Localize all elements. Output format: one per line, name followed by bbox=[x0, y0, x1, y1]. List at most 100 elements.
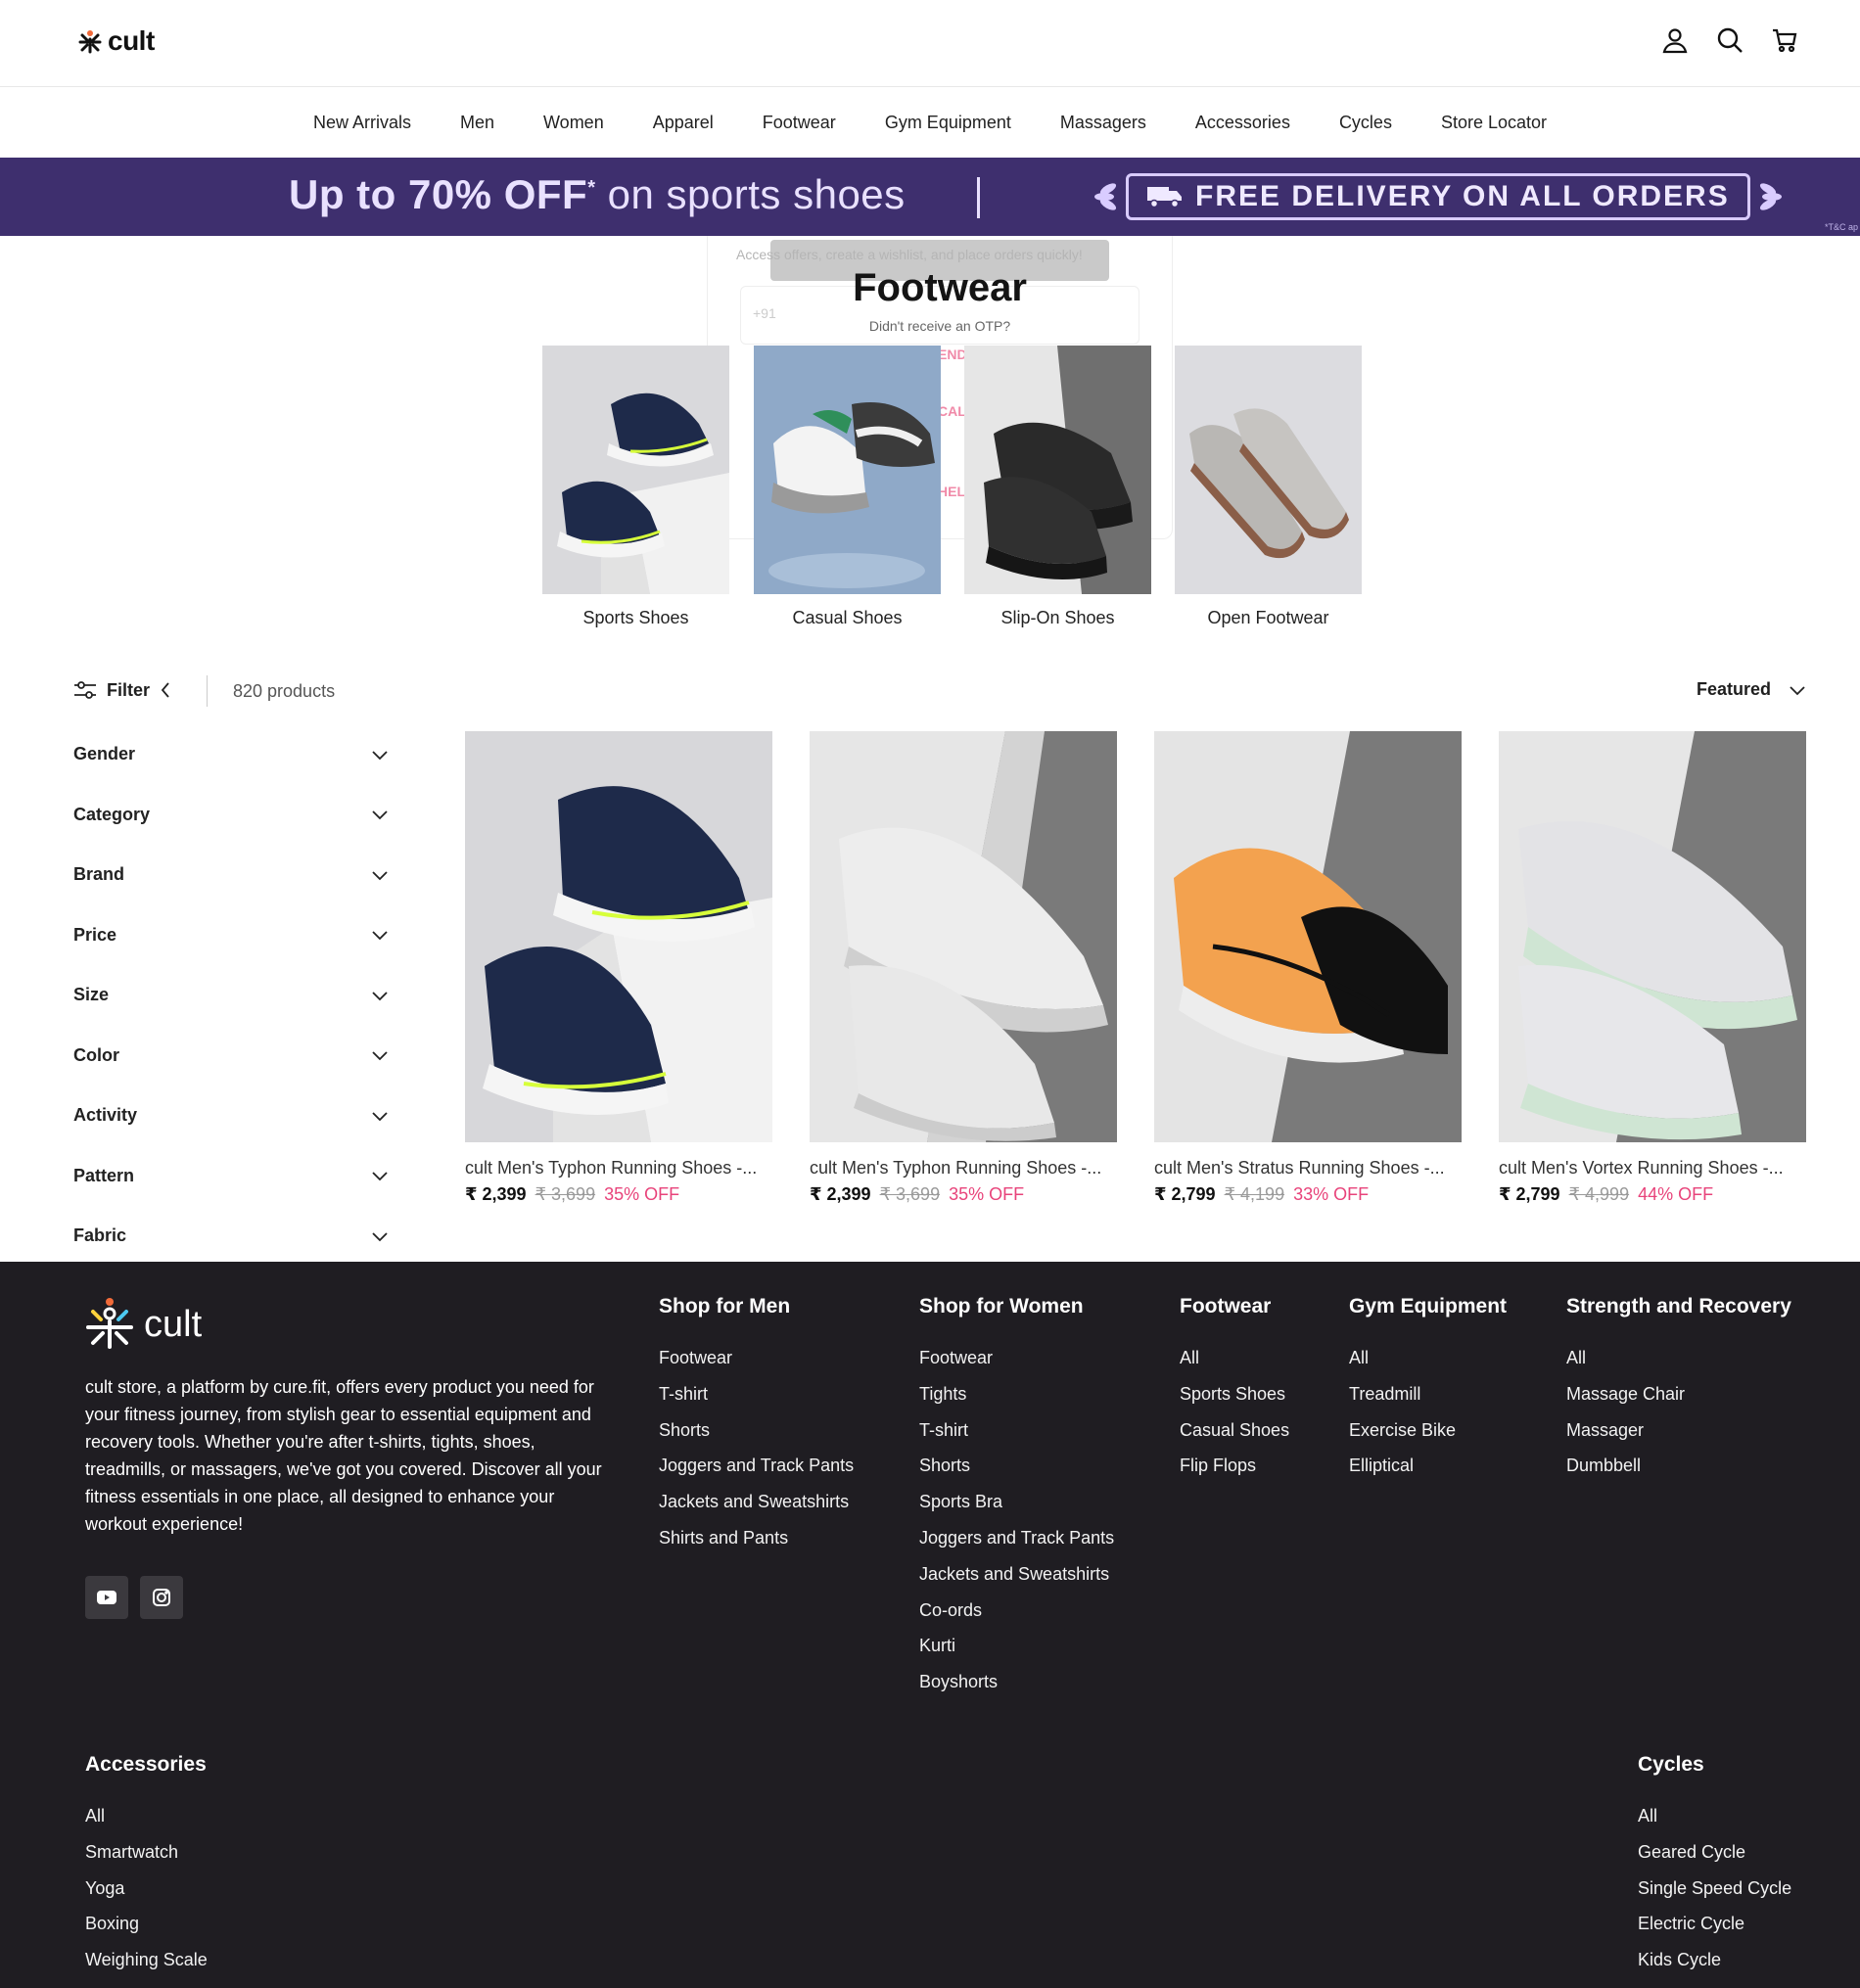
nav-men[interactable]: Men bbox=[436, 113, 519, 133]
sort-label: Featured bbox=[1696, 679, 1771, 699]
footer-link[interactable]: Yoga bbox=[85, 1871, 208, 1907]
category-label: Slip-On Shoes bbox=[1000, 608, 1115, 627]
footer-link[interactable]: Co-ords bbox=[919, 1593, 1114, 1629]
filter-gender[interactable]: Gender bbox=[73, 724, 396, 785]
footer-link[interactable]: Exercise Bike bbox=[1349, 1412, 1507, 1449]
footer-link[interactable]: Shorts bbox=[659, 1412, 854, 1449]
instagram-icon[interactable] bbox=[140, 1576, 183, 1619]
category-slip-on-shoes[interactable]: Slip-On Shoes bbox=[964, 346, 1151, 628]
footer-link[interactable]: All bbox=[1566, 1340, 1791, 1376]
footer-link[interactable]: Electric Cycle bbox=[1638, 1906, 1791, 1942]
footer-link[interactable]: Flip Flops bbox=[1180, 1448, 1289, 1484]
footer-link[interactable]: Geared Cycle bbox=[1638, 1834, 1791, 1871]
footer-col-strength-recovery: Strength and Recovery All Massage Chair … bbox=[1566, 1295, 1791, 1484]
footer-link[interactable]: All bbox=[1638, 1798, 1791, 1834]
footer-link[interactable]: Weighing Scale bbox=[85, 1942, 208, 1978]
footer-link[interactable]: Boyshorts bbox=[919, 1664, 1114, 1700]
footer-link[interactable]: Elliptical bbox=[1349, 1448, 1507, 1484]
category-open-footwear[interactable]: Open Footwear bbox=[1175, 346, 1362, 628]
footer-heading: Cycles bbox=[1638, 1753, 1704, 1776]
footer-link[interactable]: Treadmill bbox=[1349, 1376, 1507, 1412]
free-delivery-badge: FREE DELIVERY ON ALL ORDERS bbox=[1126, 173, 1750, 220]
filter-activity[interactable]: Activity bbox=[73, 1086, 396, 1146]
product-price: ₹ 2,399 ₹ 3,699 35% OFF bbox=[465, 1184, 772, 1205]
promo-banner[interactable]: Up to 70% OFF* on sports shoes FREE DELI… bbox=[0, 158, 1860, 236]
chevron-down-icon bbox=[372, 1112, 388, 1122]
footer-link[interactable]: Casual Shoes bbox=[1180, 1412, 1289, 1449]
product-card[interactable]: cult Men's Typhon Running Shoes -... ₹ 2… bbox=[810, 731, 1117, 1205]
footer-link[interactable]: All bbox=[85, 1798, 208, 1834]
discount-badge: 35% OFF bbox=[604, 1184, 680, 1204]
footer-link[interactable]: Single Speed Cycle bbox=[1638, 1871, 1791, 1907]
category-casual-shoes[interactable]: Casual Shoes bbox=[754, 346, 941, 628]
footer-link[interactable]: Footwear bbox=[919, 1340, 1114, 1376]
social-links bbox=[85, 1576, 183, 1619]
resend-text: END bbox=[938, 347, 967, 362]
footer-heading: Footwear bbox=[1180, 1295, 1272, 1318]
footer-link[interactable]: T-shirt bbox=[919, 1412, 1114, 1449]
collection-toolbar: Filter 820 products Featured bbox=[73, 675, 1806, 709]
product-card[interactable]: cult Men's Vortex Running Shoes -... ₹ 2… bbox=[1499, 731, 1806, 1205]
nav-cycles[interactable]: Cycles bbox=[1315, 113, 1417, 133]
footer-link[interactable]: Tights bbox=[919, 1376, 1114, 1412]
footer-col-women: Shop for Women Footwear Tights T-shirt S… bbox=[919, 1295, 1114, 1700]
nav-gym-equipment[interactable]: Gym Equipment bbox=[860, 113, 1036, 133]
footer-link[interactable]: Sports Shoes bbox=[1180, 1376, 1289, 1412]
footer-link[interactable]: Jackets and Sweatshirts bbox=[659, 1484, 854, 1520]
chevron-down-icon bbox=[372, 1051, 388, 1061]
footer-link[interactable]: Massager bbox=[1566, 1412, 1791, 1449]
filter-category[interactable]: Category bbox=[73, 785, 396, 846]
footer-link[interactable]: Shirts and Pants bbox=[659, 1520, 854, 1556]
footer-logo[interactable]: cult bbox=[85, 1296, 202, 1353]
chevron-down-icon bbox=[372, 871, 388, 881]
filter-toggle-button[interactable]: Filter bbox=[73, 679, 171, 701]
footer-link[interactable]: T-shirt bbox=[659, 1376, 854, 1412]
product-card[interactable]: cult Men's Stratus Running Shoes -... ₹ … bbox=[1154, 731, 1462, 1205]
footer-link[interactable]: Boxing bbox=[85, 1906, 208, 1942]
footer-link[interactable]: Jackets and Sweatshirts bbox=[919, 1556, 1114, 1593]
filter-brand[interactable]: Brand bbox=[73, 845, 396, 905]
nav-massagers[interactable]: Massagers bbox=[1036, 113, 1171, 133]
filter-color[interactable]: Color bbox=[73, 1026, 396, 1086]
account-icon[interactable] bbox=[1660, 25, 1690, 55]
product-card[interactable]: cult Men's Typhon Running Shoes -... ₹ 2… bbox=[465, 731, 772, 1205]
nav-women[interactable]: Women bbox=[519, 113, 628, 133]
footer-link[interactable]: Dumbbell bbox=[1566, 1448, 1791, 1484]
sort-dropdown[interactable]: Featured bbox=[1697, 679, 1806, 700]
truck-icon bbox=[1147, 187, 1182, 208]
footer-link[interactable]: Shorts bbox=[919, 1448, 1114, 1484]
footer-link[interactable]: Massage Chair bbox=[1566, 1376, 1791, 1412]
original-price: ₹ 4,199 bbox=[1224, 1184, 1285, 1204]
nav-footwear[interactable]: Footwear bbox=[738, 113, 860, 133]
cult-logo[interactable]: cult bbox=[76, 25, 155, 57]
footer-link[interactable]: All bbox=[1349, 1340, 1507, 1376]
casual-shoes-image bbox=[754, 346, 941, 594]
footer-link[interactable]: Sports Bra bbox=[919, 1484, 1114, 1520]
footer-link[interactable]: Footwear bbox=[659, 1340, 854, 1376]
open-footwear-image bbox=[1175, 346, 1362, 594]
logo-text: cult bbox=[108, 25, 155, 56]
footer-link[interactable]: Smartwatch bbox=[85, 1834, 208, 1871]
nav-new-arrivals[interactable]: New Arrivals bbox=[289, 113, 436, 133]
nav-store-locator[interactable]: Store Locator bbox=[1417, 113, 1571, 133]
filter-size[interactable]: Size bbox=[73, 965, 396, 1026]
footer-link[interactable]: Joggers and Track Pants bbox=[659, 1448, 854, 1484]
filter-pattern[interactable]: Pattern bbox=[73, 1146, 396, 1207]
cart-icon[interactable] bbox=[1770, 25, 1799, 55]
search-icon[interactable] bbox=[1715, 25, 1744, 55]
laurel-right-icon bbox=[1759, 183, 1782, 210]
original-price: ₹ 4,999 bbox=[1568, 1184, 1630, 1204]
product-image bbox=[465, 731, 772, 1142]
chevron-down-icon bbox=[372, 992, 388, 1001]
nav-accessories[interactable]: Accessories bbox=[1171, 113, 1315, 133]
youtube-icon[interactable] bbox=[85, 1576, 128, 1619]
footer-link[interactable]: Kids Cycle bbox=[1638, 1942, 1791, 1978]
footer-link[interactable]: Joggers and Track Pants bbox=[919, 1520, 1114, 1556]
category-sports-shoes[interactable]: Sports Shoes bbox=[542, 346, 729, 628]
footer-link[interactable]: All bbox=[1180, 1340, 1289, 1376]
footer-link[interactable]: Kurti bbox=[919, 1628, 1114, 1664]
nav-apparel[interactable]: Apparel bbox=[628, 113, 738, 133]
filter-fabric[interactable]: Fabric bbox=[73, 1206, 396, 1267]
filter-price[interactable]: Price bbox=[73, 905, 396, 966]
chevron-down-icon bbox=[372, 751, 388, 761]
